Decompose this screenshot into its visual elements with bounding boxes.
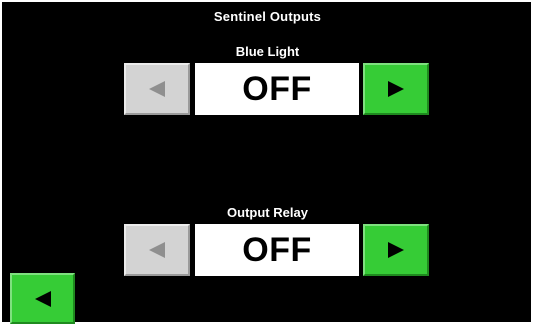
right-arrow-icon <box>388 81 404 97</box>
blue-light-value: OFF <box>195 63 359 115</box>
left-arrow-icon <box>149 242 165 258</box>
left-arrow-icon <box>149 81 165 97</box>
sentinel-outputs-screen: Sentinel Outputs Blue Light OFF Output R… <box>2 2 531 322</box>
blue-light-prev-button[interactable] <box>124 63 190 115</box>
right-arrow-icon <box>388 242 404 258</box>
output-relay-next-button[interactable] <box>363 224 429 276</box>
back-button[interactable] <box>10 273 75 324</box>
blue-light-label: Blue Light <box>235 44 300 59</box>
blue-light-next-button[interactable] <box>363 63 429 115</box>
page-title: Sentinel Outputs <box>213 9 322 24</box>
left-arrow-icon <box>34 290 51 307</box>
output-relay-value: OFF <box>195 224 359 276</box>
output-relay-prev-button[interactable] <box>124 224 190 276</box>
output-relay-label: Output Relay <box>227 205 308 220</box>
